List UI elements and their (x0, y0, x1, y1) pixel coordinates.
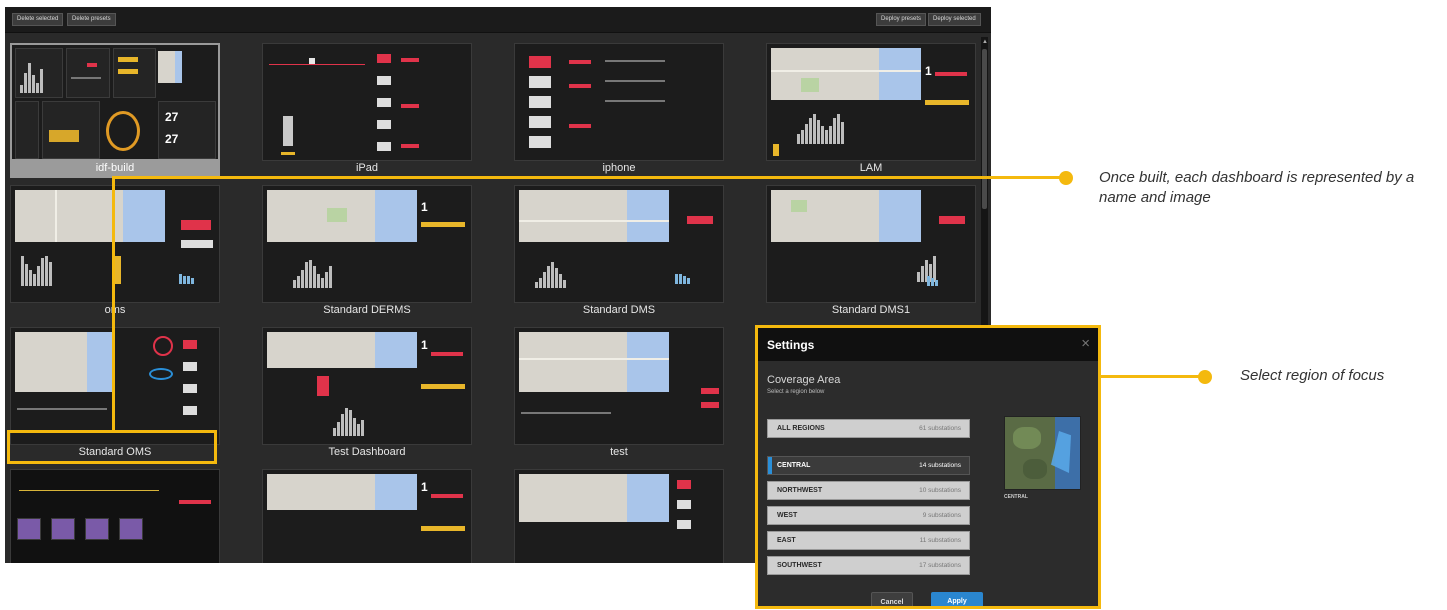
toolbar: Delete selected Delete presets Deploy pr… (5, 7, 991, 33)
deploy-presets-button[interactable]: Deploy presets (876, 13, 927, 26)
dashboard-name: oms (104, 304, 126, 316)
callout-line-dashboard-vertical (112, 176, 115, 431)
scroll-up-icon[interactable]: ▲ (982, 39, 988, 45)
region-option-east[interactable]: EAST 11 substations (767, 531, 970, 550)
cancel-button[interactable]: Cancel (871, 592, 913, 606)
callout-line-region (1101, 375, 1205, 378)
scrollbar-thumb[interactable] (982, 49, 987, 209)
dashboard-thumbnail (514, 185, 724, 303)
callout-dot-dashboard (1059, 171, 1073, 185)
close-icon[interactable]: × (1081, 335, 1090, 352)
region-map-preview (1004, 416, 1081, 490)
dashboard-tile-test[interactable]: test (514, 327, 724, 462)
coverage-area-subtitle: Select a region below (767, 389, 825, 395)
dashboard-tile-ipad[interactable]: iPad (262, 43, 472, 178)
dashboard-thumbnail (10, 185, 220, 303)
settings-dialog: Settings × Coverage Area Select a region… (755, 325, 1101, 609)
dashboard-thumbnail (10, 469, 220, 563)
delete-presets-button[interactable]: Delete presets (67, 13, 116, 26)
dashboard-tile-standard-derms[interactable]: 1 Standard DERMS (262, 185, 472, 320)
delete-selected-button[interactable]: Delete selected (12, 13, 64, 26)
dashboard-name: Standard DERMS (323, 304, 411, 316)
dashboard-thumbnail (514, 327, 724, 445)
deploy-selected-button[interactable]: Deploy selected (928, 13, 981, 26)
region-option-west[interactable]: WEST 9 substations (767, 506, 970, 525)
apply-button[interactable]: Apply (931, 592, 983, 606)
dashboard-tile-idf-build[interactable]: 27 27 idf-build (10, 43, 220, 178)
region-option-central[interactable]: CENTRAL 14 substations (767, 456, 970, 475)
dashboard-tile-row4-2[interactable]: 1 (262, 469, 472, 563)
dashboard-tile-iphone[interactable]: iphone (514, 43, 724, 178)
dashboard-thumbnail: 1 (262, 469, 472, 563)
region-option-all-regions[interactable]: ALL REGIONS 61 substations (767, 419, 970, 438)
stage: Delete selected Delete presets Deploy pr… (0, 0, 1447, 610)
settings-header: Settings × (758, 328, 1098, 361)
dashboard-tile-test-dashboard[interactable]: 1 Test Dashboard (262, 327, 472, 462)
dashboard-tile-standard-dms1[interactable]: Standard DMS1 (766, 185, 976, 320)
coverage-area-title: Coverage Area (767, 374, 841, 386)
dashboard-name: Standard DMS (582, 304, 656, 316)
region-option-northwest[interactable]: NORTHWEST 10 substations (767, 481, 970, 500)
dashboard-thumbnail (514, 43, 724, 161)
dashboard-tile-row4-1[interactable] (10, 469, 220, 563)
dashboard-name: Standard DMS1 (831, 304, 911, 316)
dashboard-tile-lam[interactable]: 1 LAM (766, 43, 976, 178)
callout-line-dashboard (112, 176, 1065, 179)
dashboard-name: Test Dashboard (328, 446, 406, 458)
dashboard-thumbnail: 1 (262, 185, 472, 303)
dashboard-thumbnail (514, 469, 724, 563)
dashboard-thumbnail: 27 27 (10, 43, 220, 161)
dashboard-thumbnail (262, 43, 472, 161)
settings-title: Settings (767, 338, 815, 352)
callout-region-text: Select region of focus (1240, 367, 1385, 384)
region-map-label: CENTRAL (1004, 494, 1028, 500)
dashboard-tile-oms[interactable]: oms (10, 185, 220, 320)
dashboard-thumbnail (766, 185, 976, 303)
dashboard-tile-standard-dms[interactable]: Standard DMS (514, 185, 724, 320)
dashboard-tile-row4-3[interactable] (514, 469, 724, 563)
dashboard-thumbnail: 1 (262, 327, 472, 445)
callout-dot-region (1198, 370, 1212, 384)
highlight-frame-standard-oms (7, 430, 217, 464)
dashboard-thumbnail: 1 (766, 43, 976, 161)
callout-dashboard-text: Once built, each dashboard is represente… (1099, 169, 1415, 206)
dashboard-name: test (610, 446, 628, 458)
dashboard-thumbnail (10, 327, 220, 445)
region-option-southwest[interactable]: SOUTHWEST 17 substations (767, 556, 970, 575)
